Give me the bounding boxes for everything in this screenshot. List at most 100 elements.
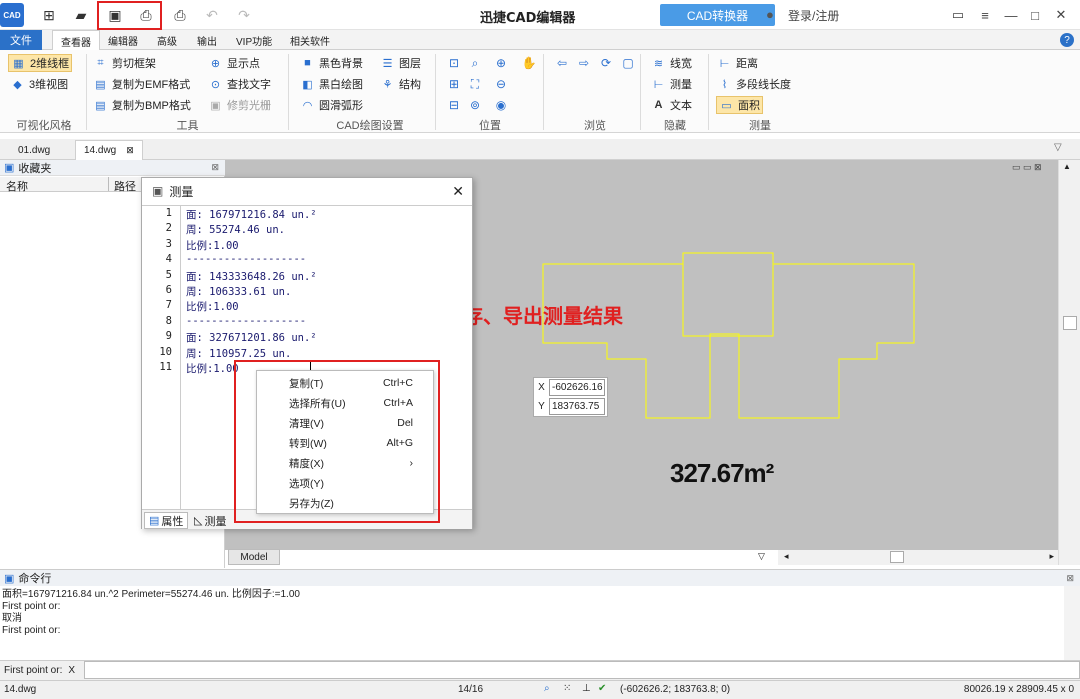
column-name[interactable]: 名称 bbox=[6, 178, 28, 194]
hide-measure-button[interactable]: ⊢ 测量 bbox=[651, 75, 692, 93]
group-separator bbox=[288, 54, 289, 130]
text-button[interactable]: A 文本 bbox=[651, 96, 692, 114]
tab-list-chevron-icon[interactable]: ▽ bbox=[1054, 142, 1062, 153]
maximize-icon[interactable]: □ bbox=[1025, 5, 1045, 25]
view-icon[interactable]: ◉ bbox=[492, 97, 510, 113]
model-chevron-icon[interactable]: ▽ bbox=[758, 551, 765, 562]
rotate-icon[interactable]: ⟳ bbox=[597, 55, 615, 71]
tab-related[interactable]: 相关软件 bbox=[282, 30, 338, 50]
line-width-button[interactable]: ≋ 线宽 bbox=[651, 54, 692, 72]
status-bar: 14.dwg 14/16 ⌕ ⁙ ⊥ ✔ (-602626.2; 183763.… bbox=[0, 680, 1080, 699]
tab-advanced[interactable]: 高级 bbox=[149, 30, 185, 50]
polar-icon[interactable]: ✔ bbox=[598, 683, 606, 694]
arrow-left-icon[interactable]: ⇦ bbox=[553, 55, 571, 71]
wireframe-icon: ▦ bbox=[13, 57, 24, 70]
app-title: 迅捷CAD编辑器 bbox=[480, 11, 576, 26]
bw-icon: ◧ bbox=[302, 78, 313, 91]
new-file-icon[interactable]: ⊞ bbox=[37, 4, 61, 26]
scroll-thumb[interactable] bbox=[1063, 316, 1077, 330]
area-button[interactable]: ▭ 面积 bbox=[716, 96, 763, 114]
horizontal-scrollbar[interactable]: ▽ ◂ ▸ bbox=[758, 550, 1058, 565]
canvas-window-controls[interactable]: ▭ ▭ ⊠ bbox=[1012, 162, 1042, 173]
line-number: 1 bbox=[165, 207, 172, 219]
menu-icon[interactable]: ≡ bbox=[975, 5, 995, 25]
group-separator bbox=[435, 54, 436, 130]
group-label-cad: CAD绘图设置 bbox=[336, 120, 404, 132]
group-separator bbox=[708, 54, 709, 130]
result-line: 周: 110957.25 un. bbox=[186, 347, 292, 360]
undo-icon[interactable]: ↶ bbox=[200, 4, 224, 26]
close-icon[interactable]: ✕ bbox=[1051, 5, 1071, 25]
tab-measure[interactable]: ◺ 测量 bbox=[190, 512, 230, 529]
copy-emf-button[interactable]: ▤ 复制为EMF格式 bbox=[93, 75, 190, 93]
open-folder-icon[interactable]: ▰ bbox=[69, 4, 93, 26]
doc-tab-14[interactable]: 14.dwg ⊠ bbox=[75, 140, 143, 160]
column-path[interactable]: 路径 bbox=[114, 178, 136, 194]
extents-icon[interactable]: ⛶ bbox=[466, 76, 484, 92]
hscroll-thumb[interactable] bbox=[890, 551, 904, 563]
snap-icon[interactable]: ⌕ bbox=[544, 683, 550, 694]
print-icon[interactable]: ⎙ bbox=[168, 4, 192, 26]
structure-button[interactable]: ⚘ 结构 bbox=[380, 75, 421, 93]
fit-icon[interactable]: ⊞ bbox=[445, 76, 463, 92]
line-number: 3 bbox=[165, 237, 172, 250]
dialog-titlebar: ▣ 测量 ✕ bbox=[142, 178, 472, 204]
tab-file[interactable]: 文件 bbox=[0, 30, 42, 50]
pan-icon[interactable]: ✋ bbox=[520, 55, 538, 71]
coord-y-field[interactable]: 183763.75 bbox=[549, 398, 605, 415]
distance-button[interactable]: ⊢ 距离 bbox=[717, 54, 758, 72]
close-tab-icon[interactable]: ⊠ bbox=[126, 145, 134, 156]
command-input[interactable] bbox=[84, 661, 1080, 679]
close-dialog-icon[interactable]: ✕ bbox=[452, 183, 464, 200]
dimension-icon: ⊢ bbox=[653, 78, 664, 91]
scroll-right-icon[interactable]: ▸ bbox=[1049, 551, 1054, 562]
zoom-out-icon[interactable]: ⊖ bbox=[492, 76, 510, 92]
wireframe-2d-button[interactable]: ▦ 2维线框 bbox=[8, 54, 73, 72]
ortho-icon[interactable]: ⊥ bbox=[582, 683, 591, 694]
help-icon[interactable]: ? bbox=[1060, 33, 1074, 47]
bw-draw-button[interactable]: ◧ 黑白绘图 bbox=[300, 75, 363, 93]
smooth-arc-button[interactable]: ◠ 圆滑弧形 bbox=[300, 96, 363, 114]
command-scrollbar[interactable] bbox=[1064, 586, 1080, 660]
arrow-right-icon[interactable]: ⇨ bbox=[575, 55, 593, 71]
close-command-icon[interactable]: ⊠ bbox=[1066, 573, 1074, 584]
tab-vip[interactable]: VIP功能 bbox=[228, 30, 280, 50]
minimize-icon[interactable]: — bbox=[1001, 5, 1021, 25]
tab-output[interactable]: 输出 bbox=[189, 30, 225, 50]
grid-icon[interactable]: ⁙ bbox=[563, 683, 571, 694]
zoom-real-icon[interactable]: ⌕ bbox=[466, 55, 484, 71]
coord-x-field[interactable]: -602626.16 bbox=[549, 379, 605, 396]
zoom-window-icon[interactable]: ⊡ bbox=[445, 55, 463, 71]
show-points-button[interactable]: ⊕ 显示点 bbox=[208, 54, 260, 72]
bookmark-icon[interactable]: ▢ bbox=[619, 55, 637, 71]
find-text-button[interactable]: ⊙ 查找文字 bbox=[208, 75, 271, 93]
zoom-prev-icon[interactable]: ⊟ bbox=[445, 97, 463, 113]
document-tab-bar bbox=[0, 139, 1080, 160]
log-line: 面积=167971216.84 un.^2 Perimeter=55274.46… bbox=[2, 589, 300, 600]
view-3d-button[interactable]: ◆ 3维视图 bbox=[10, 75, 68, 93]
structure-icon: ⚘ bbox=[382, 78, 393, 91]
cube-icon: ◆ bbox=[13, 78, 22, 91]
vertical-scrollbar[interactable]: ▲ bbox=[1058, 160, 1080, 565]
scroll-left-icon[interactable]: ◂ bbox=[784, 551, 789, 562]
tab-editor[interactable]: 编辑器 bbox=[100, 30, 146, 50]
zoom-search-icon[interactable]: ⊚ bbox=[466, 97, 484, 113]
copy-bmp-button[interactable]: ▤ 复制为BMP格式 bbox=[93, 96, 191, 114]
cad-converter-button[interactable]: CAD转换器 bbox=[660, 4, 775, 26]
doc-tab-01[interactable]: 01.dwg bbox=[10, 140, 58, 160]
redo-icon[interactable]: ↷ bbox=[232, 4, 256, 26]
polyline-length-button[interactable]: ⌇ 多段线长度 bbox=[717, 75, 791, 93]
group-label-tools: 工具 bbox=[176, 120, 199, 132]
scroll-up-icon[interactable]: ▲ bbox=[1063, 162, 1071, 171]
clip-frame-button[interactable]: ⌗ 剪切框架 bbox=[93, 54, 156, 72]
layers-button[interactable]: ☰ 图层 bbox=[380, 54, 421, 72]
feedback-icon[interactable]: ▭ bbox=[948, 5, 968, 25]
zoom-in-icon[interactable]: ⊕ bbox=[492, 55, 510, 71]
trim-raster-button[interactable]: ▣ 修剪光栅 bbox=[208, 96, 271, 114]
tab-properties[interactable]: ▤ 属性 bbox=[144, 512, 189, 529]
login-link[interactable]: 登录/注册 bbox=[788, 7, 839, 24]
close-pane-icon[interactable]: ⊠ bbox=[211, 162, 219, 173]
tab-viewer[interactable]: 查看器 bbox=[52, 30, 100, 51]
model-tab[interactable]: Model bbox=[228, 549, 280, 565]
black-bg-button[interactable]: ■ 黑色背景 bbox=[300, 54, 363, 72]
